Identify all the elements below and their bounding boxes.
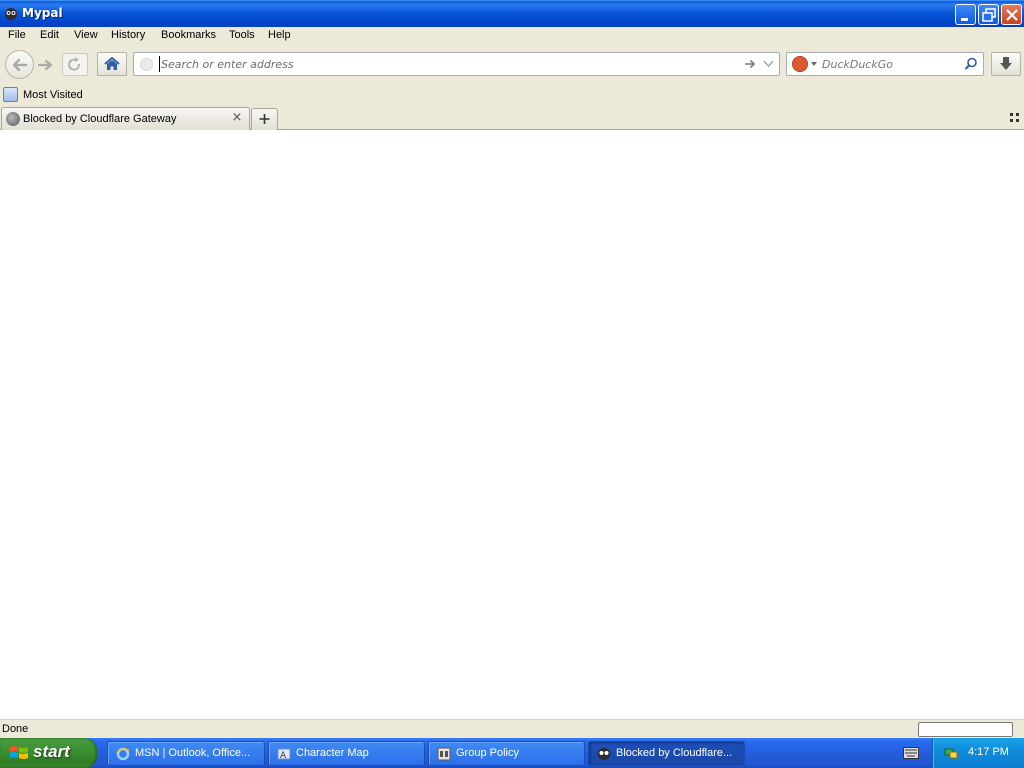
url-input[interactable] (159, 56, 729, 72)
start-button[interactable]: start (0, 738, 97, 768)
close-button[interactable] (1001, 4, 1022, 25)
taskbar-item-label: Character Map (296, 747, 369, 759)
bookmark-most-visited[interactable]: Most Visited (3, 86, 83, 103)
group-policy-icon (437, 747, 451, 761)
minimize-button[interactable] (955, 4, 976, 25)
menu-edit[interactable]: Edit (39, 29, 60, 41)
menu-help[interactable]: Help (267, 29, 292, 41)
bookmark-label: Most Visited (23, 88, 83, 101)
downloads-button[interactable] (991, 52, 1021, 76)
restore-icon (982, 8, 996, 22)
search-icon[interactable] (963, 56, 979, 72)
close-icon (1006, 9, 1018, 21)
svg-text:A: A (280, 751, 287, 761)
status-bar: Done (0, 719, 1024, 738)
taskbar-item-label: Blocked by Cloudflare... (616, 747, 733, 759)
reload-icon (68, 57, 81, 71)
list-all-tabs-icon[interactable] (1010, 113, 1020, 123)
keyboard-icon[interactable] (903, 747, 919, 759)
back-arrow-icon (12, 58, 28, 72)
forward-button[interactable] (33, 54, 57, 75)
charmap-icon: A (277, 748, 291, 761)
restore-button[interactable] (978, 4, 999, 25)
most-visited-icon (3, 87, 18, 102)
download-arrow-icon (1000, 57, 1012, 70)
taskbar-item-group-policy[interactable]: Group Policy (428, 741, 585, 766)
windows-flag-icon (10, 746, 28, 759)
plus-icon (259, 114, 270, 124)
site-identity-icon (140, 58, 153, 71)
status-text: Done (2, 723, 29, 735)
forward-arrow-icon (37, 59, 53, 71)
tab-strip: Blocked by Cloudflare Gateway × (0, 106, 1024, 130)
search-bar[interactable] (786, 52, 984, 76)
mypal-icon (598, 748, 610, 760)
minimize-icon (961, 18, 968, 21)
globe-favicon-icon (6, 112, 20, 126)
search-input[interactable] (822, 56, 957, 72)
address-bar[interactable] (133, 52, 780, 76)
history-dropdown-icon[interactable] (763, 60, 774, 68)
menu-history[interactable]: History (110, 29, 146, 41)
taskbar-item-label: Group Policy (456, 747, 519, 759)
menu-tools[interactable]: Tools (228, 29, 256, 41)
window-title: Mypal (22, 6, 63, 20)
status-progress-box (918, 722, 1013, 737)
page-content[interactable] (0, 130, 1024, 719)
taskbar-item-msn[interactable]: MSN | Outlook, Office... (107, 741, 265, 766)
home-icon (104, 57, 120, 70)
home-button[interactable] (97, 52, 127, 76)
start-label: start (33, 742, 70, 761)
new-tab-button[interactable] (251, 108, 278, 130)
network-icon[interactable] (943, 745, 959, 761)
tab-close-icon[interactable]: × (231, 111, 243, 124)
reload-button[interactable] (62, 53, 88, 76)
mypal-app-icon (5, 8, 17, 20)
back-button[interactable] (5, 50, 34, 79)
taskbar-item-mypal[interactable]: Blocked by Cloudflare... (588, 741, 745, 766)
taskbar-item-character-map[interactable]: A Character Map (268, 741, 425, 766)
ie-icon (116, 747, 130, 761)
tab-blocked-by-cloudflare[interactable]: Blocked by Cloudflare Gateway × (1, 107, 250, 130)
menu-bookmarks[interactable]: Bookmarks (160, 29, 217, 41)
tab-label: Blocked by Cloudflare Gateway (23, 113, 177, 125)
taskbar-item-label: MSN | Outlook, Office... (135, 747, 251, 759)
title-bar[interactable]: Mypal (0, 0, 1024, 27)
menu-bar: File Edit View History Bookmarks Tools H… (0, 27, 1024, 47)
system-tray: 4:17 PM (932, 738, 1024, 768)
search-engine-dropdown-icon[interactable] (811, 62, 817, 66)
menu-view[interactable]: View (73, 29, 99, 41)
duckduckgo-icon[interactable] (792, 56, 808, 72)
menu-file[interactable]: File (7, 29, 27, 41)
go-arrow-icon[interactable] (743, 57, 757, 71)
clock[interactable]: 4:17 PM (968, 746, 1009, 758)
taskbar: start MSN | Outlook, Office... A Charact… (0, 738, 1024, 768)
navigation-toolbar (0, 47, 1024, 83)
bookmarks-toolbar: Most Visited (0, 83, 1024, 106)
